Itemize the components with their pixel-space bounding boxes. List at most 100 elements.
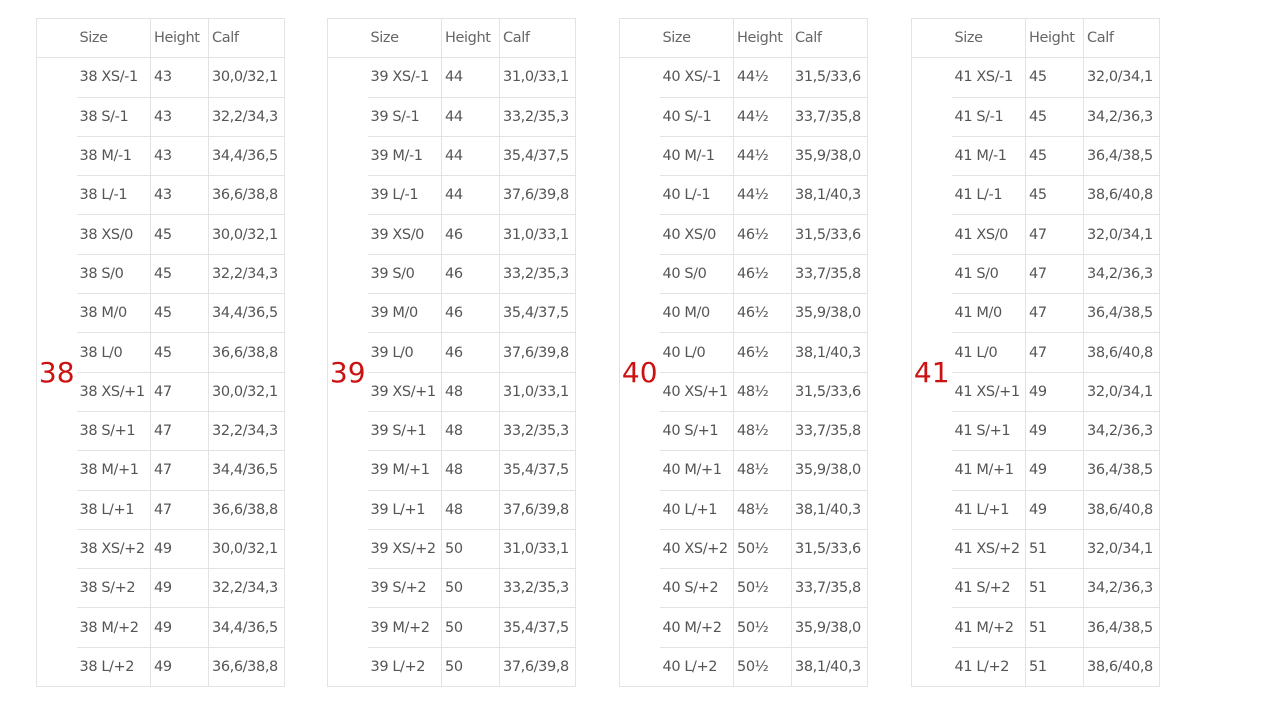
calf-cell: 31,5/33,6 — [791, 214, 868, 255]
calf-cell: 36,6/38,8 — [208, 332, 285, 373]
size-cell: 41 XS/+1 — [951, 371, 1026, 412]
size-cell: 39 XS/0 — [367, 214, 442, 255]
height-cell: 48½ — [733, 489, 792, 530]
column-header-calf: Calf — [208, 17, 285, 59]
size-cell: 38 XS/+2 — [76, 528, 151, 570]
size-cell: 38 S/+2 — [76, 568, 151, 609]
height-cell: 49 — [1025, 489, 1084, 530]
calf-cell: 35,4/37,5 — [499, 450, 576, 491]
height-cell: 50½ — [733, 646, 792, 688]
calf-cell: 30,0/32,1 — [208, 528, 285, 570]
size-cell: 39 S/0 — [367, 253, 442, 295]
height-cell: 47 — [1025, 293, 1084, 334]
height-cell: 49 — [1025, 410, 1084, 452]
calf-cell: 38,6/40,8 — [1083, 332, 1160, 373]
size-cell: 38 M/0 — [76, 293, 151, 334]
size-cell: 41 L/+2 — [951, 646, 1026, 688]
calf-cell: 38,6/40,8 — [1083, 489, 1160, 530]
height-cell: 48½ — [733, 450, 792, 491]
size-cell: 41 L/-1 — [951, 175, 1026, 216]
size-cell: 41 S/0 — [951, 253, 1026, 295]
calf-cell: 34,4/36,5 — [208, 450, 285, 491]
height-cell: 51 — [1025, 646, 1084, 688]
height-cell: 49 — [1025, 450, 1084, 491]
calf-cell: 32,0/34,1 — [1083, 528, 1160, 570]
size-cell: 39 M/0 — [367, 293, 442, 334]
calf-cell: 30,0/32,1 — [208, 214, 285, 255]
height-cell: 44 — [441, 175, 500, 216]
size-cell: 40 XS/+1 — [659, 371, 734, 412]
size-cell: 40 L/-1 — [659, 175, 734, 216]
height-cell: 46½ — [733, 253, 792, 295]
calf-cell: 31,0/33,1 — [499, 371, 576, 412]
calf-cell: 33,7/35,8 — [791, 568, 868, 609]
size-cell: 40 M/+1 — [659, 450, 734, 491]
height-cell: 49 — [150, 528, 209, 570]
calf-cell: 31,5/33,6 — [791, 57, 868, 98]
calf-cell: 32,2/34,3 — [208, 568, 285, 609]
calf-cell: 33,2/35,3 — [499, 568, 576, 609]
column-header-height: Height — [733, 17, 792, 59]
height-cell: 44½ — [733, 96, 792, 137]
calf-cell: 37,6/39,8 — [499, 332, 576, 373]
calf-cell: 34,4/36,5 — [208, 293, 285, 334]
calf-cell: 36,4/38,5 — [1083, 293, 1160, 334]
height-cell: 45 — [1025, 175, 1084, 216]
size-cell: 39 M/+2 — [367, 607, 442, 648]
calf-cell: 35,4/37,5 — [499, 293, 576, 334]
size-cell: 38 M/+2 — [76, 607, 151, 648]
calf-cell: 35,9/38,0 — [791, 450, 868, 491]
calf-cell: 36,4/38,5 — [1083, 450, 1160, 491]
height-cell: 50 — [441, 528, 500, 570]
height-cell: 48 — [441, 450, 500, 491]
size-cell: 38 L/0 — [76, 332, 151, 373]
size-cell: 40 S/-1 — [659, 96, 734, 137]
calf-cell: 32,2/34,3 — [208, 410, 285, 452]
calf-cell: 37,6/39,8 — [499, 489, 576, 530]
height-cell: 51 — [1025, 607, 1084, 648]
size-cell: 38 L/+1 — [76, 489, 151, 530]
calf-cell: 31,5/33,6 — [791, 528, 868, 570]
column-header-size: Size — [659, 17, 734, 59]
calf-cell: 35,4/37,5 — [499, 607, 576, 648]
size-cell: 39 XS/+1 — [367, 371, 442, 412]
height-cell: 47 — [150, 410, 209, 452]
height-cell: 49 — [1025, 371, 1084, 412]
column-header-calf: Calf — [791, 17, 868, 59]
height-cell: 47 — [150, 371, 209, 412]
height-cell: 50 — [441, 568, 500, 609]
shoe-size-label: 39 — [327, 57, 368, 688]
height-cell: 49 — [150, 607, 209, 648]
column-header-calf: Calf — [499, 17, 576, 59]
header-blank-cell — [911, 17, 952, 59]
size-table-38: Size Height Calf 38 38 XS/-1 43 30,0/32,1 38 S/… — [36, 17, 285, 688]
size-cell: 40 L/+2 — [659, 646, 734, 688]
height-cell: 46½ — [733, 293, 792, 334]
size-cell: 41 M/+1 — [951, 450, 1026, 491]
size-cell: 41 XS/+2 — [951, 528, 1026, 570]
size-cell: 40 M/0 — [659, 293, 734, 334]
size-cell: 41 XS/0 — [951, 214, 1026, 255]
calf-cell: 33,2/35,3 — [499, 410, 576, 452]
size-cell: 39 M/-1 — [367, 135, 442, 177]
height-cell: 48½ — [733, 371, 792, 412]
size-cell: 41 S/+1 — [951, 410, 1026, 452]
height-cell: 44 — [441, 96, 500, 137]
size-cell: 41 L/0 — [951, 332, 1026, 373]
size-cell: 41 XS/-1 — [951, 57, 1026, 98]
size-cell: 39 L/-1 — [367, 175, 442, 216]
height-cell: 47 — [150, 489, 209, 530]
height-cell: 44½ — [733, 57, 792, 98]
height-cell: 47 — [150, 450, 209, 491]
calf-cell: 33,7/35,8 — [791, 96, 868, 137]
calf-cell: 35,9/38,0 — [791, 293, 868, 334]
height-cell: 50 — [441, 646, 500, 688]
height-cell: 50 — [441, 607, 500, 648]
calf-cell: 31,5/33,6 — [791, 371, 868, 412]
height-cell: 46 — [441, 253, 500, 295]
calf-cell: 31,0/33,1 — [499, 214, 576, 255]
height-cell: 48 — [441, 410, 500, 452]
calf-cell: 35,9/38,0 — [791, 607, 868, 648]
size-cell: 40 M/+2 — [659, 607, 734, 648]
height-cell: 50½ — [733, 528, 792, 570]
